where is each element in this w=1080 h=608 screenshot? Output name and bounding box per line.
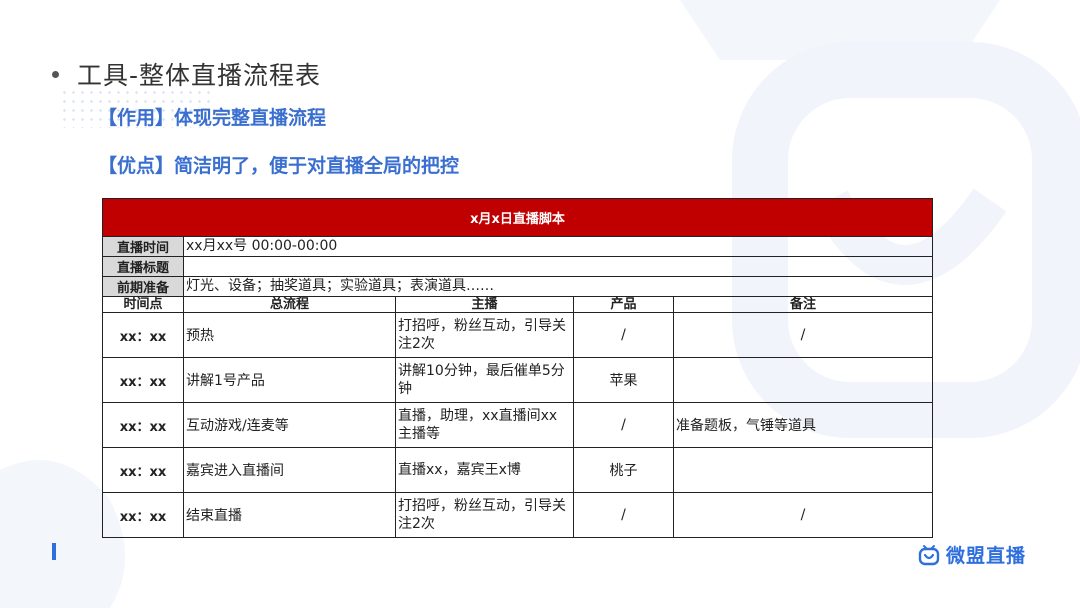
table-title-row: x月x日直播脚本 [101,198,934,237]
host-cell: 打招呼，粉丝互动，引导关注2次 [395,492,574,538]
info-row: 直播时间 xx月xx号 00:00-00:00 [102,236,934,257]
column-header-row: 时间点 总流程 主播 产品 备注 [102,296,934,313]
time-cell: xx：xx [102,402,184,448]
table-row: xx：xx 嘉宾进入直播间 直播xx，嘉宾王x博 桃子 [102,447,934,493]
live-script-table: x月x日直播脚本 直播时间 xx月xx号 00:00-00:00 直播标题 前期… [101,198,934,538]
host-cell: 打招呼，粉丝互动，引导关注2次 [395,312,574,358]
flow-cell: 预热 [183,312,396,358]
host-cell: 直播xx，嘉宾王x博 [395,447,574,493]
table-row: xx：xx 结束直播 打招呼，粉丝互动，引导关注2次 / / [102,492,934,538]
info-row: 前期准备 灯光、设备；抽奖道具；实验道具；表演道具…… [102,276,934,297]
flow-cell: 嘉宾进入直播间 [183,447,396,493]
tv-smile-icon [918,544,940,565]
time-cell: xx：xx [102,312,184,358]
flow-cell: 结束直播 [183,492,396,538]
time-cell: xx：xx [102,447,184,493]
slide-title: 工具-整体直播流程表 [77,61,322,90]
info-label: 前期准备 [102,276,184,297]
accent-bar [52,543,56,560]
product-cell: 苹果 [573,357,674,403]
product-cell: / [573,312,674,358]
flow-cell: 讲解1号产品 [183,357,396,403]
column-header: 备注 [672,296,934,313]
table-row: xx：xx 讲解1号产品 讲解10分钟，最后催单5分钟 苹果 [102,357,934,403]
note-cell: / [672,312,934,358]
advantage-line: 【优点】简洁明了，便于对直播全局的把控 [98,155,460,177]
column-header: 产品 [573,296,674,313]
product-cell: / [573,492,674,538]
note-cell [672,447,934,493]
info-label: 直播时间 [102,236,184,257]
table-row: xx：xx 互动游戏/连麦等 直播，助理，xx直播间xx主播等 / 准备题板，气… [102,402,934,448]
column-header: 主播 [395,296,574,313]
slide-title-row: 工具-整体直播流程表 [52,56,321,92]
column-header: 时间点 [102,296,184,313]
info-row: 直播标题 [102,256,934,277]
flow-cell: 互动游戏/连麦等 [183,402,396,448]
effect-line: 【作用】体现完整直播流程 [98,107,327,129]
host-cell: 直播，助理，xx直播间xx主播等 [395,402,574,448]
product-cell: 桃子 [573,447,674,493]
time-cell: xx：xx [102,357,184,403]
info-label: 直播标题 [102,256,184,277]
table-row: xx：xx 预热 打招呼，粉丝互动，引导关注2次 / / [102,312,934,358]
info-value [182,256,934,277]
product-cell: / [573,402,674,448]
bullet-icon [52,70,59,78]
column-header: 总流程 [183,296,396,313]
info-value: xx月xx号 00:00-00:00 [182,236,934,257]
note-cell [672,357,934,403]
time-cell: xx：xx [102,492,184,538]
host-cell: 讲解10分钟，最后催单5分钟 [395,357,574,403]
logo-text: 微盟直播 [946,545,1027,567]
info-value: 灯光、设备；抽奖道具；实验道具；表演道具…… [182,276,934,297]
note-cell: / [672,492,934,538]
note-cell: 准备题板，气锤等道具 [672,402,934,448]
brand-logo: 微盟直播 [918,541,1026,568]
table-title: x月x日直播脚本 [101,198,934,237]
